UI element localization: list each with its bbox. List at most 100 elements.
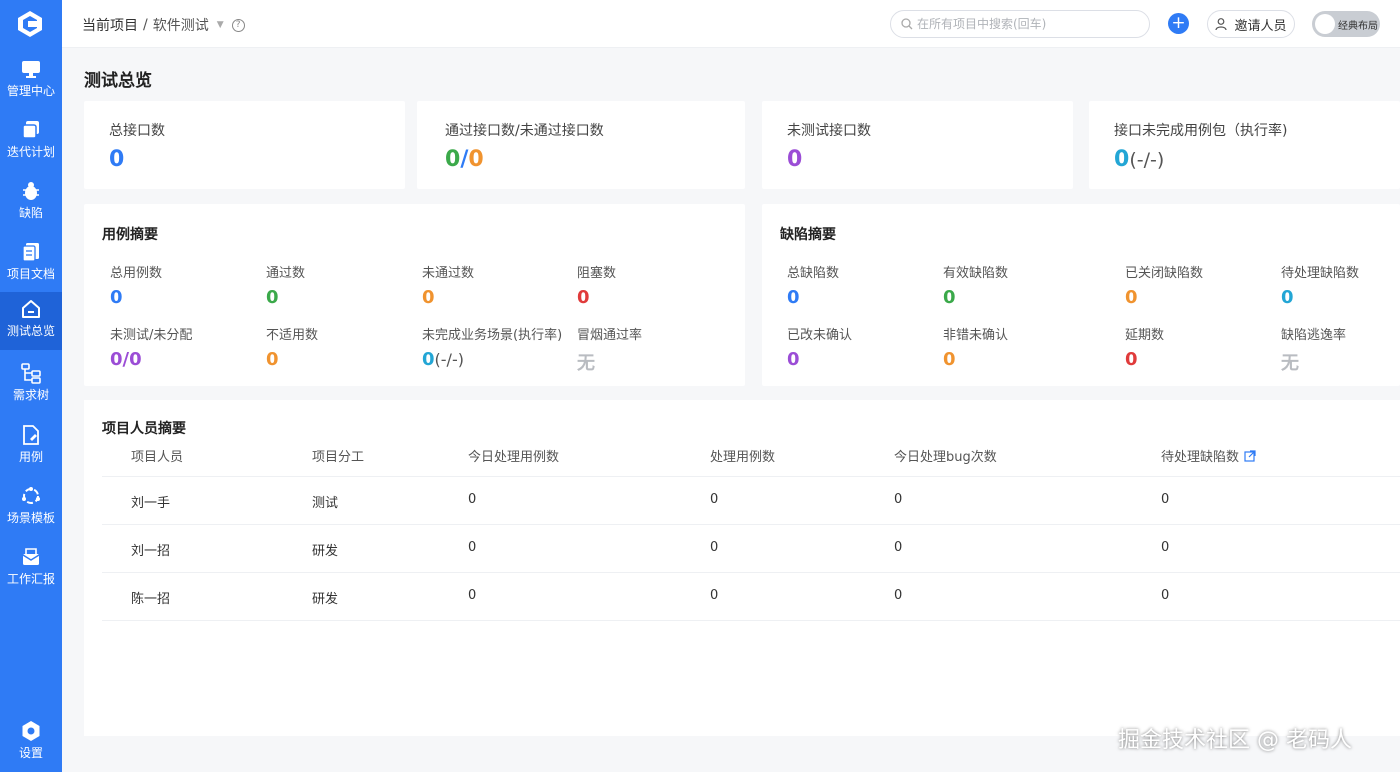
cell-cases: 0	[710, 492, 719, 507]
metric-incomplete-scenarios: 未完成业务场景(执行率) 0(-/-)	[422, 324, 562, 370]
sidebar-item-label: 设置	[18, 746, 43, 760]
main-content: 测试总览 总接口数 0 通过接口数/未通过接口数 0/0 未测试接口数 0 接口…	[62, 48, 1400, 772]
metric-smoke-pass-rate: 冒烟通过率 无	[577, 324, 642, 375]
metric-untested-unassigned: 未测试/未分配 0/0	[110, 324, 192, 370]
stat-value: 0	[787, 147, 803, 172]
defect-summary-panel: 缺陷摘要 总缺陷数 0 有效缺陷数 0 已关闭缺陷数 0 待处理缺陷数 0 已改…	[762, 204, 1400, 386]
panel-title: 用例摘要	[102, 227, 158, 243]
column-header-pending-defects: 待处理缺陷数	[1161, 446, 1256, 465]
sidebar-item-cases[interactable]: 用例	[0, 420, 62, 480]
column-header: 今日处理bug次数	[894, 450, 997, 465]
tree-icon	[21, 363, 41, 384]
layout-toggle[interactable]: 经典布局	[1312, 11, 1380, 37]
toggle-knob	[1315, 14, 1335, 34]
search-input[interactable]	[917, 17, 1137, 31]
project-selector[interactable]: 软件测试	[153, 15, 209, 35]
metric-blocked: 阻塞数 0	[577, 262, 616, 308]
metric-value: 0	[266, 287, 279, 308]
metric-value: 0	[943, 287, 956, 308]
stat-card-pass-fail: 通过接口数/未通过接口数 0/0	[417, 101, 745, 189]
column-header-label: 待处理缺陷数	[1161, 450, 1240, 465]
help-icon[interactable]: ?	[231, 18, 245, 32]
invite-label: 邀请人员	[1234, 18, 1287, 34]
cell-today-cases: 0	[468, 492, 477, 507]
cell-role: 研发	[312, 592, 339, 607]
stat-card-incomplete-packages: 接口未完成用例包（执行率) 0(-/-)	[1089, 101, 1400, 189]
sidebar-item-requirement-tree[interactable]: 需求树	[0, 358, 62, 418]
search-icon	[901, 18, 913, 30]
metric-value: 0	[943, 349, 956, 370]
metric-label: 冒烟通过率	[577, 328, 643, 343]
stat-value: 0	[109, 147, 125, 172]
metric-label: 已关闭缺陷数	[1125, 266, 1204, 281]
sidebar-item-label: 项目文档	[6, 267, 55, 281]
cell-role: 研发	[312, 544, 339, 559]
column-header: 今日处理用例数	[468, 450, 560, 465]
sidebar-item-label: 场景模板	[6, 511, 55, 525]
add-button[interactable]: +	[1168, 13, 1189, 34]
metric-label: 未测试/未分配	[110, 328, 193, 343]
breadcrumb-root[interactable]: 当前项目	[82, 15, 138, 35]
metric-value: 无	[1281, 353, 1299, 374]
search-box	[890, 10, 1150, 38]
metric-value: 0	[1125, 349, 1138, 370]
metric-value: 0(-/-)	[422, 349, 562, 370]
cell-cases: 0	[710, 540, 719, 555]
cell-pending-defects: 0	[1161, 588, 1170, 603]
invite-button[interactable]: 邀请人员	[1207, 10, 1295, 38]
document-icon	[22, 243, 39, 262]
home-icon	[22, 300, 40, 318]
sidebar-item-label: 迭代计划	[6, 145, 55, 159]
metric-pending-defects: 待处理缺陷数 0	[1281, 262, 1359, 308]
sidebar-item-label: 缺陷	[18, 206, 43, 220]
external-link-icon[interactable]	[1244, 449, 1256, 462]
stat-label: 通过接口数/未通过接口数	[445, 123, 604, 139]
sidebar-item-test-overview[interactable]: 测试总览	[0, 292, 62, 350]
column-header: 项目人员	[131, 450, 184, 465]
cell-today-bugs: 0	[894, 540, 903, 555]
execution-rate: (-/-)	[434, 350, 464, 369]
metric-label: 未完成业务场景(执行率)	[422, 328, 563, 343]
layers-icon	[22, 121, 39, 139]
caret-down-icon[interactable]: ▼	[217, 20, 224, 30]
sidebar-item-settings[interactable]: 设置	[0, 716, 62, 776]
sidebar-item-defects[interactable]: 缺陷	[0, 176, 62, 236]
cell-member: 刘一招	[131, 544, 171, 559]
metric-value: 0	[787, 349, 800, 370]
gear-icon	[22, 721, 40, 741]
sidebar-item-scenario-templates[interactable]: 场景模板	[0, 481, 62, 541]
cell-role: 测试	[312, 496, 339, 511]
metric-not-applicable: 不适用数 0	[266, 324, 318, 370]
metric-failed: 未通过数 0	[422, 262, 474, 308]
metric-label: 总用例数	[110, 266, 163, 281]
stat-label: 总接口数	[109, 123, 165, 139]
metric-not-bug-unconfirmed: 非错未确认 0	[943, 324, 1008, 370]
report-icon	[22, 548, 40, 565]
sidebar: 管理中心 迭代计划 缺陷 项目文档 测试总览 需求树 用例 场景模板 工作汇报 …	[0, 0, 62, 772]
cell-pending-defects: 0	[1161, 492, 1170, 507]
metric-label: 缺陷逃逸率	[1281, 328, 1347, 343]
cell-today-bugs: 0	[894, 588, 903, 603]
metric-value: 0/0	[110, 349, 142, 370]
metric-total-defects: 总缺陷数 0	[787, 262, 839, 308]
metric-label: 已改未确认	[787, 328, 853, 343]
sidebar-item-management[interactable]: 管理中心	[0, 54, 62, 114]
sidebar-item-docs[interactable]: 项目文档	[0, 237, 62, 297]
panel-title: 缺陷摘要	[780, 227, 836, 243]
metric-label: 有效缺陷数	[943, 266, 1009, 281]
row-divider	[102, 620, 1400, 621]
metric-value: 0	[787, 287, 800, 308]
user-add-icon	[1215, 18, 1228, 31]
app-logo-icon[interactable]	[16, 10, 44, 38]
sidebar-item-iteration[interactable]: 迭代计划	[0, 115, 62, 175]
cycle-icon	[22, 487, 40, 504]
sidebar-item-work-report[interactable]: 工作汇报	[0, 542, 62, 602]
metric-fixed-unconfirmed: 已改未确认 0	[787, 324, 852, 370]
metric-value: 0	[577, 287, 590, 308]
metric-label: 不适用数	[266, 328, 319, 343]
incomplete-count: 0	[1114, 147, 1130, 172]
metric-label: 总缺陷数	[787, 266, 840, 281]
stat-label: 未测试接口数	[787, 123, 871, 139]
panel-title: 项目人员摘要	[102, 421, 186, 437]
row-divider	[102, 524, 1400, 525]
